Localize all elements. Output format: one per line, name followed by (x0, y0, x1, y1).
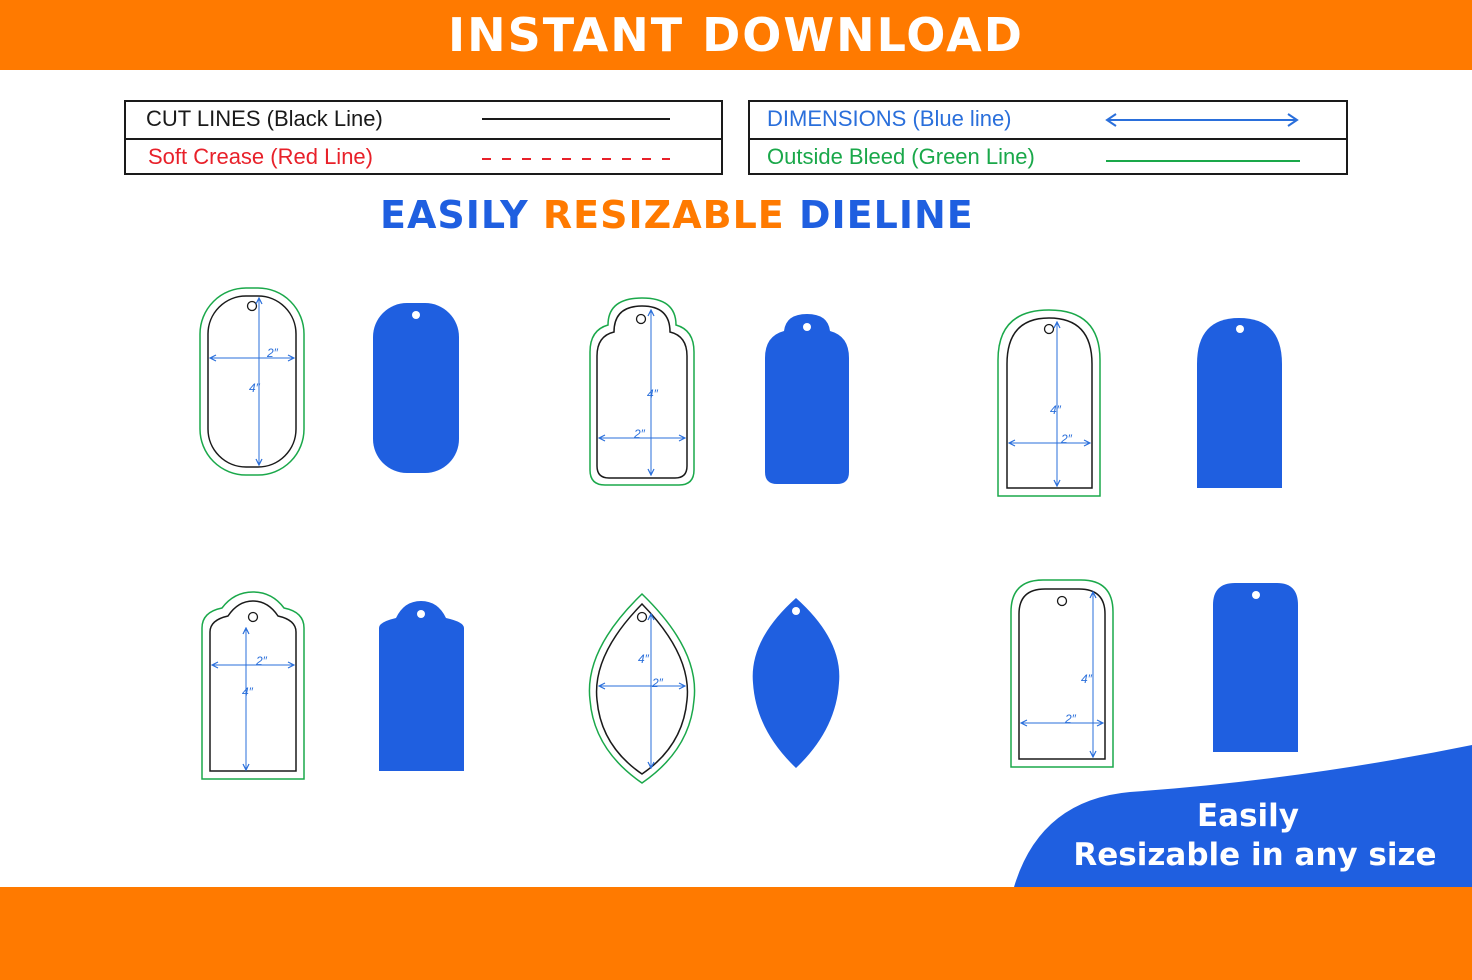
bottom-banner (0, 887, 1472, 980)
tag-4-width-label: 2″ (255, 654, 268, 668)
tag-5-blue-shape (752, 598, 840, 768)
tag-1-width-label: 2″ (266, 346, 279, 360)
corner-text-line2: Resizable in any size (1073, 837, 1437, 873)
tag-4-hole (247, 611, 259, 623)
tag-4-blue-shape (379, 601, 464, 771)
tag-1-hole (246, 300, 258, 312)
tag-6-blue-hole (1252, 591, 1260, 599)
tag-3-height-label: 4″ (1050, 403, 1062, 417)
tag-3-width-label: 2″ (1060, 432, 1073, 446)
tag-1-blue-shape (373, 303, 459, 473)
tag-5-height-label: 4″ (638, 652, 650, 666)
tag-2-hole (635, 313, 647, 325)
tag-2-blue-shape (765, 314, 849, 484)
tag-2-bleed-outline (589, 297, 695, 486)
tag-5-dieline: 4″ 2″ (588, 592, 696, 784)
tag-3-blue-hole (1236, 325, 1244, 333)
tag-6-hole (1056, 595, 1068, 607)
tag-6-dieline: 4″ 2″ (1010, 579, 1114, 768)
tag-6-bleed-outline (1010, 579, 1114, 768)
tag-2-width-label: 2″ (633, 427, 646, 441)
tag-2-blue-hole (803, 323, 811, 331)
tag-6-cut-outline (1018, 588, 1106, 760)
tag-4-blue-hole (417, 610, 425, 618)
tag-6-blue-shape (1213, 583, 1298, 752)
tag-5-hole (636, 611, 648, 623)
tag-4-height-label: 4″ (242, 685, 254, 699)
tag-1-dieline: 2″ 4″ (199, 287, 305, 476)
tag-4-cut-outline (209, 600, 297, 772)
tag-3-hole (1043, 323, 1055, 335)
tag-2-height-label: 4″ (647, 387, 659, 401)
tag-4-dieline: 2″ 4″ (201, 591, 305, 780)
tag-5-bleed-outline (588, 592, 696, 784)
tag-3-bleed-outline (997, 309, 1101, 497)
tag-6-width-label: 2″ (1064, 712, 1077, 726)
tag-6-height-label: 4″ (1081, 672, 1093, 686)
tag-1-blue-hole (412, 311, 420, 319)
tag-2-dieline: 4″ 2″ (589, 297, 695, 486)
tag-2-cut-outline (596, 305, 688, 479)
tag-5-blue-hole (792, 607, 800, 615)
tag-3-blue-shape (1197, 318, 1282, 488)
tag-1-height-label: 4″ (249, 381, 261, 395)
tag-5-cut-outline (595, 602, 689, 775)
tag-5-width-label: 2″ (651, 676, 664, 690)
tag-3-dieline: 4″ 2″ (997, 309, 1101, 497)
corner-text-line1: Easily (1196, 798, 1299, 834)
